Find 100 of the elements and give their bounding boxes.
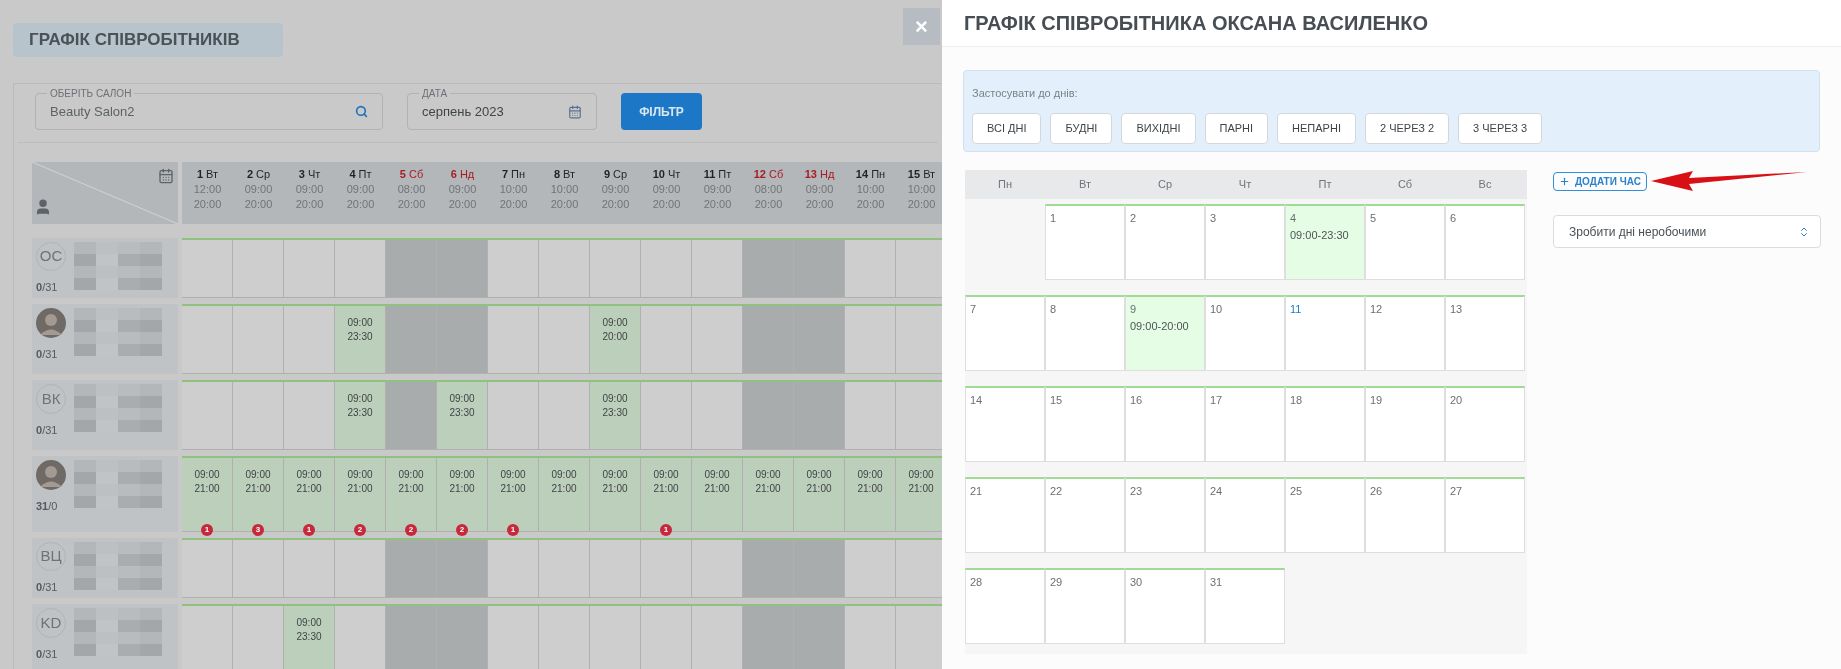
schedule-cell[interactable]	[335, 240, 386, 298]
schedule-cell[interactable]	[692, 540, 743, 598]
schedule-cell[interactable]	[845, 540, 896, 598]
schedule-cell[interactable]	[488, 382, 539, 450]
add-time-button[interactable]: ДОДАТИ ЧАС	[1553, 171, 1647, 191]
employee-card[interactable]: ОС 0/31	[32, 238, 178, 298]
schedule-cell[interactable]	[590, 540, 641, 598]
schedule-cell[interactable]	[641, 382, 692, 450]
calendar-day[interactable]: 12	[1365, 295, 1445, 371]
employee-card[interactable]: 31/0	[32, 456, 178, 532]
schedule-cell[interactable]	[590, 240, 641, 298]
schedule-cell[interactable]	[641, 240, 692, 298]
schedule-cell[interactable]	[743, 382, 794, 450]
schedule-cell[interactable]	[743, 540, 794, 598]
filter-button[interactable]: ФІЛЬТР	[621, 93, 702, 130]
schedule-cell[interactable]	[845, 606, 896, 669]
schedule-cell[interactable]	[539, 240, 590, 298]
schedule-cell[interactable]	[896, 240, 942, 298]
schedule-cell[interactable]: 09:00 21:00	[743, 458, 794, 532]
schedule-cell[interactable]	[845, 382, 896, 450]
employee-card[interactable]: ВК 0/31	[32, 380, 178, 450]
schedule-cell[interactable]	[794, 606, 845, 669]
schedule-cell[interactable]	[539, 540, 590, 598]
calendar-day[interactable]: 23	[1125, 477, 1205, 553]
schedule-cell[interactable]: 09:00 21:00	[794, 458, 845, 532]
calendar-day[interactable]: 15	[1045, 386, 1125, 462]
preset-button[interactable]: ПАРНІ	[1204, 113, 1269, 144]
schedule-cell[interactable]	[488, 240, 539, 298]
calendar-day[interactable]: 10	[1205, 295, 1285, 371]
schedule-cell[interactable]	[182, 606, 233, 669]
calendar-day[interactable]: 28	[965, 568, 1045, 644]
schedule-cell[interactable]	[692, 382, 743, 450]
calendar-day[interactable]: 1	[1045, 204, 1125, 280]
calendar-day[interactable]: 31	[1205, 568, 1285, 644]
schedule-cell[interactable]	[182, 382, 233, 450]
schedule-cell[interactable]	[896, 382, 942, 450]
preset-button[interactable]: ВСІ ДНІ	[972, 113, 1042, 144]
schedule-cell[interactable]	[437, 306, 488, 374]
calendar-day[interactable]: 6	[1445, 204, 1525, 280]
schedule-cell[interactable]	[692, 240, 743, 298]
preset-button[interactable]: НЕПАРНІ	[1277, 113, 1356, 144]
schedule-cell[interactable]	[335, 540, 386, 598]
calendar-day[interactable]: 22	[1045, 477, 1125, 553]
schedule-cell[interactable]	[386, 382, 437, 450]
schedule-cell[interactable]: 09:00 23:30	[335, 306, 386, 374]
schedule-cell[interactable]: 09:00 23:30	[437, 382, 488, 450]
schedule-cell[interactable]: 09:00 21:00	[692, 458, 743, 532]
preset-button[interactable]: ВИХІДНІ	[1121, 113, 1196, 144]
schedule-cell[interactable]	[284, 382, 335, 450]
schedule-cell[interactable]	[641, 306, 692, 374]
calendar-day[interactable]: 3	[1205, 204, 1285, 280]
calendar-day[interactable]: 7	[965, 295, 1045, 371]
schedule-cell[interactable]: 09:00 21:00	[845, 458, 896, 532]
schedule-cell[interactable]	[488, 540, 539, 598]
schedule-cell[interactable]	[794, 540, 845, 598]
schedule-cell[interactable]	[437, 240, 488, 298]
preset-button[interactable]: 3 ЧЕРЕЗ 3	[1458, 113, 1543, 144]
schedule-cell[interactable]: 09:00 21:00	[539, 458, 590, 532]
schedule-cell[interactable]	[641, 540, 692, 598]
schedule-cell[interactable]	[233, 240, 284, 298]
schedule-cell[interactable]	[284, 540, 335, 598]
schedule-cell[interactable]	[284, 306, 335, 374]
calendar-day[interactable]: 18	[1285, 386, 1365, 462]
schedule-cell[interactable]	[335, 606, 386, 669]
calendar-day[interactable]: 17	[1205, 386, 1285, 462]
calendar-day[interactable]: 26	[1365, 477, 1445, 553]
schedule-cell[interactable]	[488, 606, 539, 669]
schedule-cell[interactable]	[182, 540, 233, 598]
calendar-day[interactable]: 13	[1445, 295, 1525, 371]
employee-card[interactable]: ВЦ 0/31	[32, 538, 178, 598]
schedule-cell[interactable]	[896, 540, 942, 598]
schedule-cell[interactable]	[386, 306, 437, 374]
schedule-cell[interactable]: 09:00 21:00	[590, 458, 641, 532]
employee-card[interactable]: KD 0/31	[32, 604, 178, 669]
calendar-day[interactable]: 5	[1365, 204, 1445, 280]
calendar-day[interactable]: 2	[1125, 204, 1205, 280]
schedule-cell[interactable]	[386, 540, 437, 598]
preset-button[interactable]: 2 ЧЕРЕЗ 2	[1364, 113, 1450, 144]
schedule-cell[interactable]	[539, 382, 590, 450]
schedule-cell[interactable]: 09:00 23:30	[284, 606, 335, 669]
schedule-cell[interactable]: 09:00 21:00	[896, 458, 942, 532]
schedule-cell[interactable]	[794, 306, 845, 374]
calendar-day[interactable]: 25	[1285, 477, 1365, 553]
calendar-day[interactable]: 29	[1045, 568, 1125, 644]
schedule-cell[interactable]	[437, 606, 488, 669]
calendar-day[interactable]: 21	[965, 477, 1045, 553]
schedule-cell[interactable]	[284, 240, 335, 298]
schedule-cell[interactable]: 09:00 23:30	[590, 382, 641, 450]
calendar-day[interactable]: 9 09:00-20:00	[1125, 295, 1205, 371]
schedule-cell[interactable]	[692, 606, 743, 669]
schedule-cell[interactable]	[386, 240, 437, 298]
schedule-cell[interactable]	[182, 306, 233, 374]
schedule-cell[interactable]	[896, 306, 942, 374]
calendar-day[interactable]: 8	[1045, 295, 1125, 371]
schedule-cell[interactable]	[743, 306, 794, 374]
calendar-day[interactable]: 20	[1445, 386, 1525, 462]
schedule-cell[interactable]: 09:00 20:00	[590, 306, 641, 374]
schedule-cell[interactable]	[641, 606, 692, 669]
schedule-cell[interactable]	[539, 306, 590, 374]
calendar-day[interactable]: 14	[965, 386, 1045, 462]
